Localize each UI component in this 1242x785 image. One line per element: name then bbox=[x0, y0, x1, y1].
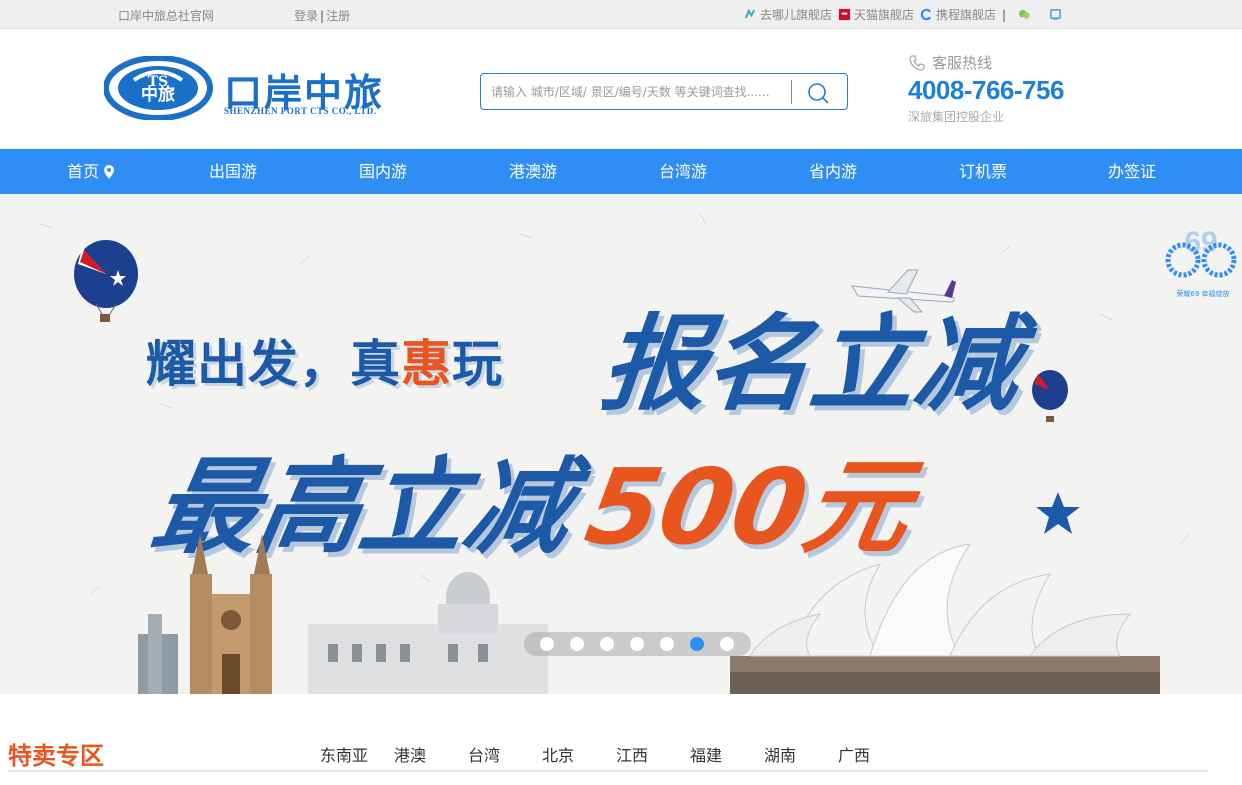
flagship-shops: 去哪儿旗舰店 天猫旗舰店 携程旗舰店 | bbox=[744, 6, 1062, 23]
svg-text:TS: TS bbox=[148, 74, 169, 90]
carousel-dot[interactable] bbox=[720, 637, 734, 651]
star-icon bbox=[1036, 492, 1080, 534]
account-links: 登录 | 注册 bbox=[294, 7, 350, 24]
nav-item-outbound[interactable]: 出国游 bbox=[209, 149, 257, 194]
tagline-part-a: 耀出发，真 bbox=[146, 335, 401, 393]
register-link[interactable]: 注册 bbox=[326, 9, 350, 23]
tmall-icon bbox=[838, 8, 851, 21]
wechat-icon[interactable] bbox=[1018, 8, 1031, 21]
nav-item-flights[interactable]: 订机票 bbox=[959, 149, 1007, 194]
qunar-shop-label: 去哪儿旗舰店 bbox=[760, 8, 833, 22]
promo-banner[interactable]: 耀出发，真惠玩 报名立减 最高立减500元 69 荣耀69 幸福绽放 bbox=[0, 194, 1242, 694]
hot-air-balloon-icon bbox=[74, 240, 138, 322]
ctrip-shop-label: 携程旗舰店 bbox=[936, 8, 997, 22]
badge-text: 荣耀69 幸福绽放 bbox=[1176, 289, 1229, 298]
tab-taiwan[interactable]: 台湾 bbox=[468, 742, 542, 766]
nav-item-province[interactable]: 省内游 bbox=[809, 149, 857, 194]
qunar-icon bbox=[744, 8, 756, 19]
nav-item-home[interactable]: 首页 bbox=[67, 149, 115, 194]
carousel-dot[interactable] bbox=[660, 637, 674, 651]
region-tabs: 东南亚 港澳 台湾 北京 江西 福建 湖南 广西 bbox=[320, 742, 912, 766]
nav-item-visa[interactable]: 办签证 bbox=[1108, 149, 1156, 194]
nav-item-label: 首页 bbox=[67, 162, 100, 181]
phone-icon bbox=[909, 54, 925, 71]
tab-guangxi[interactable]: 广西 bbox=[838, 742, 912, 766]
official-site-link[interactable]: 口岸中旅总社官网 bbox=[118, 7, 214, 24]
tab-fujian[interactable]: 福建 bbox=[690, 742, 764, 766]
site-header: 中旅 TS 口岸中旅 SHENZHEN PORT CTS CO., LTD. 客… bbox=[0, 30, 1242, 149]
weibo-icon[interactable] bbox=[1049, 8, 1062, 21]
nav-item-hk-macau[interactable]: 港澳游 bbox=[509, 149, 557, 194]
ctrip-shop-link[interactable]: 携程旗舰店 bbox=[920, 6, 996, 23]
top-utility-bar: 口岸中旅总社官网 登录 | 注册 去哪儿旗舰店 天猫旗舰店 携程旗舰店 | bbox=[0, 0, 1242, 29]
search-divider bbox=[791, 80, 792, 104]
carousel-dot[interactable] bbox=[600, 637, 614, 651]
opera-house-illustration bbox=[730, 544, 1160, 694]
customer-hotline: 客服热线 4008-766-756 深旅集团控股企业 bbox=[908, 52, 1064, 125]
tmall-shop-link[interactable]: 天猫旗舰店 bbox=[838, 6, 914, 23]
section-divider bbox=[8, 770, 1208, 772]
hotline-number[interactable]: 4008-766-756 bbox=[908, 75, 1064, 106]
nav-item-domestic[interactable]: 国内游 bbox=[359, 149, 407, 194]
separator: | bbox=[320, 9, 325, 23]
hotline-label: 客服热线 bbox=[932, 54, 993, 72]
search-input[interactable] bbox=[491, 82, 781, 102]
small-balloon-icon bbox=[1032, 370, 1068, 422]
carousel-dot[interactable] bbox=[630, 637, 644, 651]
carousel-dot[interactable] bbox=[570, 637, 584, 651]
carousel-dot[interactable] bbox=[540, 637, 554, 651]
hotline-label-row: 客服热线 bbox=[908, 52, 1064, 73]
carousel-dot-active[interactable] bbox=[690, 637, 704, 651]
nav-item-taiwan[interactable]: 台湾游 bbox=[659, 149, 707, 194]
special-sale-section: 特卖专区 东南亚 港澳 台湾 北京 江西 福建 湖南 广西 bbox=[0, 720, 1242, 780]
login-link[interactable]: 登录 bbox=[294, 9, 318, 23]
tab-southeast-asia[interactable]: 东南亚 bbox=[320, 742, 394, 766]
cathedral-illustration bbox=[138, 534, 548, 694]
tab-hk-macau[interactable]: 港澳 bbox=[394, 742, 468, 766]
tmall-shop-label: 天猫旗舰店 bbox=[854, 8, 915, 22]
hotline-subtitle: 深旅集团控股企业 bbox=[908, 110, 1005, 124]
brand-logo[interactable]: 中旅 TS 口岸中旅 SHENZHEN PORT CTS CO., LTD. bbox=[104, 56, 414, 120]
logo-name-en: SHENZHEN PORT CTS CO., LTD. bbox=[224, 106, 377, 116]
tab-jiangxi[interactable]: 江西 bbox=[616, 742, 690, 766]
qunar-shop-link[interactable]: 去哪儿旗舰店 bbox=[744, 6, 832, 23]
badge-number: 69 bbox=[1184, 230, 1217, 259]
search-icon[interactable] bbox=[805, 80, 831, 106]
banner-tagline: 耀出发，真惠玩 bbox=[146, 324, 503, 396]
location-pin-icon bbox=[104, 164, 115, 179]
section-title: 特卖专区 bbox=[8, 742, 104, 770]
logo-emblem-icon: 中旅 TS bbox=[104, 56, 213, 120]
anniversary-badge: 69 荣耀69 幸福绽放 bbox=[1165, 230, 1237, 298]
separator: | bbox=[1002, 7, 1007, 22]
carousel-indicators bbox=[524, 632, 751, 656]
tab-beijing[interactable]: 北京 bbox=[542, 742, 616, 766]
tab-hunan[interactable]: 湖南 bbox=[764, 742, 838, 766]
tagline-highlight: 惠 bbox=[401, 335, 452, 393]
tagline-part-b: 玩 bbox=[452, 335, 503, 393]
main-nav: 首页 出国游 国内游 港澳游 台湾游 省内游 订机票 办签证 bbox=[0, 149, 1242, 194]
search-box bbox=[480, 73, 848, 110]
ctrip-icon bbox=[920, 8, 932, 21]
banner-headline-1: 报名立减 bbox=[596, 303, 1026, 425]
